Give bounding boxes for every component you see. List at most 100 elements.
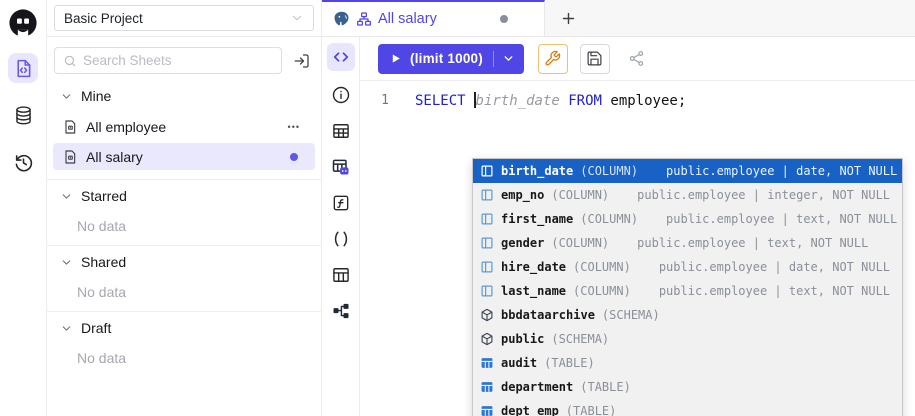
suggestion-kind: (SCHEMA) bbox=[602, 308, 660, 322]
panel-button-table-panel[interactable] bbox=[327, 119, 355, 143]
table-panel-icon bbox=[331, 121, 351, 141]
project-select[interactable]: Basic Project bbox=[54, 5, 314, 31]
share-sheet-button[interactable] bbox=[622, 44, 652, 74]
suggestion-detail: public.employee | text, NOT NULL bbox=[666, 212, 897, 226]
tab-all-salary[interactable]: All salary bbox=[322, 0, 545, 36]
suggestion-kind: (COLUMN) bbox=[580, 164, 638, 178]
suggestion-kind: (TABLE) bbox=[580, 380, 631, 394]
panel-button-result-table[interactable] bbox=[327, 263, 355, 287]
rail-button-history[interactable] bbox=[8, 147, 38, 177]
sql-token-keyword: FROM bbox=[568, 93, 610, 109]
suggestion-name: gender bbox=[501, 236, 544, 250]
chevron-down-icon bbox=[60, 90, 73, 103]
suggestion-audit[interactable]: audit(TABLE) bbox=[473, 351, 902, 375]
suggestion-name: emp_no bbox=[501, 188, 544, 202]
app-rail bbox=[0, 0, 47, 416]
column-icon bbox=[480, 236, 494, 250]
bytebase-logo-icon bbox=[8, 8, 38, 38]
suggestion-kind: (COLUMN) bbox=[551, 236, 609, 250]
sheet-item-label: All salary bbox=[86, 149, 290, 165]
schema-icon bbox=[480, 332, 494, 346]
table-icon bbox=[480, 380, 494, 394]
column-icon bbox=[480, 164, 494, 178]
suggestion-birth_date[interactable]: birth_date(COLUMN)public.employee | date… bbox=[473, 159, 902, 183]
suggestion-name: last_name bbox=[501, 284, 566, 298]
panel-button-sheet-grid[interactable] bbox=[327, 155, 355, 179]
suggestion-kind: (COLUMN) bbox=[573, 284, 631, 298]
suggestion-public[interactable]: public(SCHEMA) bbox=[473, 327, 902, 351]
suggestion-kind: (TABLE) bbox=[566, 404, 617, 416]
import-sheet-icon[interactable] bbox=[291, 50, 313, 72]
section-label: Draft bbox=[81, 320, 111, 336]
suggestion-detail: public.employee | date, NOT NULL bbox=[666, 164, 897, 178]
run-query-button[interactable]: (limit 1000) bbox=[378, 44, 524, 74]
column-icon bbox=[480, 284, 494, 298]
suggestion-hire_date[interactable]: hire_date(COLUMN)public.employee | date,… bbox=[473, 255, 902, 279]
rail-button-database[interactable] bbox=[8, 100, 38, 130]
panel-button-code-panel[interactable] bbox=[327, 43, 355, 71]
sheet-item-all-salary[interactable]: All salary bbox=[53, 143, 315, 170]
chevron-down-icon bbox=[290, 11, 304, 25]
table-icon bbox=[480, 404, 494, 416]
suggestion-gender[interactable]: gender (COLUMN) public.employee | text, NO… bbox=[473, 231, 902, 255]
run-options-chevron-icon[interactable] bbox=[502, 52, 515, 65]
history-icon bbox=[13, 152, 34, 173]
save-sheet-button[interactable] bbox=[580, 44, 610, 74]
section-header-shared[interactable]: Shared bbox=[47, 246, 321, 276]
sheet-tree: Mine All employee••• All salary Starred No d… bbox=[47, 74, 321, 416]
section-header-starred[interactable]: Starred bbox=[47, 180, 321, 210]
parens-icon bbox=[331, 229, 351, 249]
tab-bar: All salary bbox=[322, 0, 915, 37]
database-icon bbox=[13, 105, 34, 126]
search-row bbox=[54, 47, 313, 74]
section-label: Mine bbox=[81, 88, 111, 104]
section-header-mine[interactable]: Mine bbox=[47, 80, 321, 110]
search-sheets-input[interactable] bbox=[83, 53, 273, 68]
column-icon bbox=[480, 260, 494, 274]
format-sql-button[interactable] bbox=[538, 44, 568, 74]
suggestion-kind: (TABLE) bbox=[544, 356, 595, 370]
rail-button-sheet-file[interactable] bbox=[8, 53, 38, 83]
sheet-item-all-employee[interactable]: All employee••• bbox=[53, 113, 315, 140]
suggestion-detail: public.employee | integer, NOT NULL bbox=[637, 188, 890, 202]
suggestion-bbdataarchive[interactable]: bbdataarchive (SCHEMA) bbox=[473, 303, 902, 327]
suggestion-kind: (SCHEMA) bbox=[551, 332, 609, 346]
suggestion-detail: public.employee | date, NOT NULL bbox=[659, 260, 890, 274]
suggestion-name: bbdataarchive bbox=[501, 308, 595, 322]
lineage-icon bbox=[331, 301, 351, 321]
suggestion-name: first_name bbox=[501, 212, 573, 226]
unsaved-dot bbox=[500, 15, 508, 23]
info-icon bbox=[331, 85, 351, 105]
sql-token-keyword: SELECT bbox=[415, 93, 474, 109]
result-table-icon bbox=[331, 265, 351, 285]
project-select-value: Basic Project bbox=[64, 11, 290, 26]
suggestion-emp_no[interactable]: emp_no(COLUMN)public.employee | integer,… bbox=[473, 183, 902, 207]
new-tab-button[interactable] bbox=[554, 4, 582, 32]
more-actions-icon[interactable]: ••• bbox=[288, 122, 300, 132]
panel-button-parens[interactable] bbox=[327, 227, 355, 251]
panel-button-info[interactable] bbox=[327, 83, 355, 107]
sql-editor[interactable]: 1 SELECT birth_date FROM employee; birth… bbox=[360, 81, 915, 416]
suggestion-name: dept_emp bbox=[501, 404, 559, 416]
suggestion-first_name[interactable]: first_name(COLUMN)public.employee | text… bbox=[473, 207, 902, 231]
search-icon bbox=[63, 54, 77, 68]
line-number: 1 bbox=[360, 90, 400, 112]
doc-item-icon bbox=[62, 149, 78, 165]
suggestion-department[interactable]: department (TABLE) bbox=[473, 375, 902, 399]
section-header-draft[interactable]: Draft bbox=[47, 312, 321, 342]
project-row: Basic Project bbox=[47, 0, 321, 37]
column-icon bbox=[480, 188, 494, 202]
section-label: Shared bbox=[81, 254, 126, 270]
suggestion-name: department bbox=[501, 380, 573, 394]
shared-sheet-icon bbox=[356, 11, 372, 27]
run-divider bbox=[493, 51, 494, 67]
suggestion-last_name[interactable]: last_name(COLUMN)public.employee | text,… bbox=[473, 279, 902, 303]
chevron-down-icon bbox=[60, 322, 73, 335]
panel-button-function[interactable] bbox=[327, 191, 355, 215]
panel-button-lineage[interactable] bbox=[327, 299, 355, 323]
chevron-down-icon bbox=[60, 190, 73, 203]
empty-placeholder: No data bbox=[47, 276, 321, 302]
sql-token-ghost: birth_date bbox=[476, 93, 569, 109]
suggestion-dept_emp[interactable]: dept_emp (TABLE) bbox=[473, 399, 902, 416]
suggestion-detail: public.employee | text, NOT NULL bbox=[637, 236, 868, 250]
